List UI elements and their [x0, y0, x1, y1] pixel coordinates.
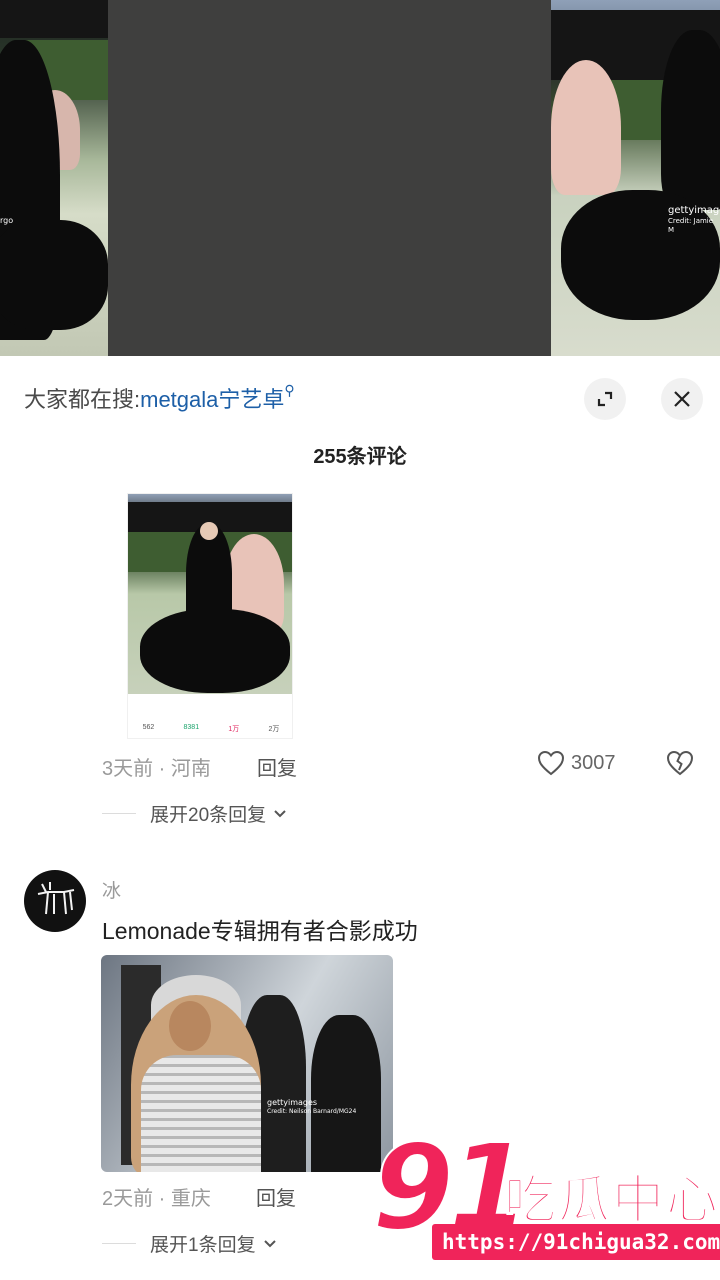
reply-button[interactable]: 回复	[256, 1182, 296, 1211]
getty-watermark: gettyimages	[267, 1098, 318, 1107]
stat-likes: 1万	[228, 726, 240, 733]
photo-left[interactable]: rgo	[0, 0, 108, 356]
avatar[interactable]	[24, 870, 86, 932]
expand-replies-button[interactable]: 展开1条回复	[102, 1230, 278, 1257]
stat-reposts: 8381	[183, 724, 200, 731]
heart-icon	[537, 750, 565, 776]
dislike-button[interactable]	[666, 750, 696, 778]
trending-search-query[interactable]: metgala宁艺卓	[140, 387, 284, 412]
trending-search-prefix: 大家都在搜:	[24, 387, 141, 412]
comment-meta: 3天前 · 河南	[102, 758, 211, 780]
expand-replies-label: 展开1条回复	[150, 1235, 256, 1256]
comment-image[interactable]: 562 8381 1万 2万	[127, 493, 293, 739]
comment-count-title: 255条评论	[313, 446, 407, 468]
chevron-down-icon	[274, 809, 286, 817]
broken-heart-icon	[666, 750, 694, 776]
getty-watermark: gettyimages	[668, 205, 720, 216]
comment-image[interactable]: gettyimages Credit: Neilson Barnard/MG24	[101, 955, 393, 1172]
comment-text: Lemonade专辑拥有者合影成功	[102, 918, 418, 944]
close-icon	[674, 391, 690, 407]
photo-center-placeholder[interactable]	[108, 0, 551, 356]
photo-watermark: rgo	[0, 216, 14, 225]
like-button[interactable]	[537, 750, 567, 778]
reply-button[interactable]: 回复	[257, 752, 297, 781]
image-stats-row: 562 8381 1万 2万	[128, 724, 292, 734]
like-count: 3007	[571, 752, 616, 774]
watermark-name: 吃瓜中心	[503, 1170, 720, 1232]
expand-replies-label: 展开20条回复	[150, 805, 267, 826]
close-button[interactable]	[661, 378, 703, 420]
stat-replies: 562	[142, 724, 155, 731]
site-watermark: 91 吃瓜中心 https://91chigua32.com	[371, 1127, 720, 1268]
comment-username[interactable]: 冰	[102, 876, 121, 903]
photo-right[interactable]: gettyimages Credit: Jamie M	[551, 0, 720, 356]
image-viewer-strip[interactable]: rgo gettyimages Credit: Jamie M	[0, 0, 720, 356]
divider-line	[102, 1243, 136, 1244]
comment-meta: 2天前 · 重庆	[102, 1188, 211, 1210]
chevron-down-icon	[263, 1239, 276, 1247]
expand-icon	[597, 391, 613, 407]
photo-credit: Credit: Jamie M	[668, 217, 714, 234]
avatar-drawing-icon	[37, 882, 75, 915]
stat-views: 2万	[268, 726, 280, 733]
search-icon: ⚲	[284, 382, 295, 398]
watermark-url: https://91chigua32.com	[432, 1224, 720, 1260]
trending-search-bar[interactable]: 大家都在搜:metgala宁艺卓⚲	[24, 382, 295, 414]
divider-line	[102, 813, 136, 814]
expand-replies-button[interactable]: 展开20条回复	[102, 800, 288, 827]
expand-button[interactable]	[584, 378, 626, 420]
photo-credit: Credit: Neilson Barnard/MG24	[267, 1108, 357, 1115]
